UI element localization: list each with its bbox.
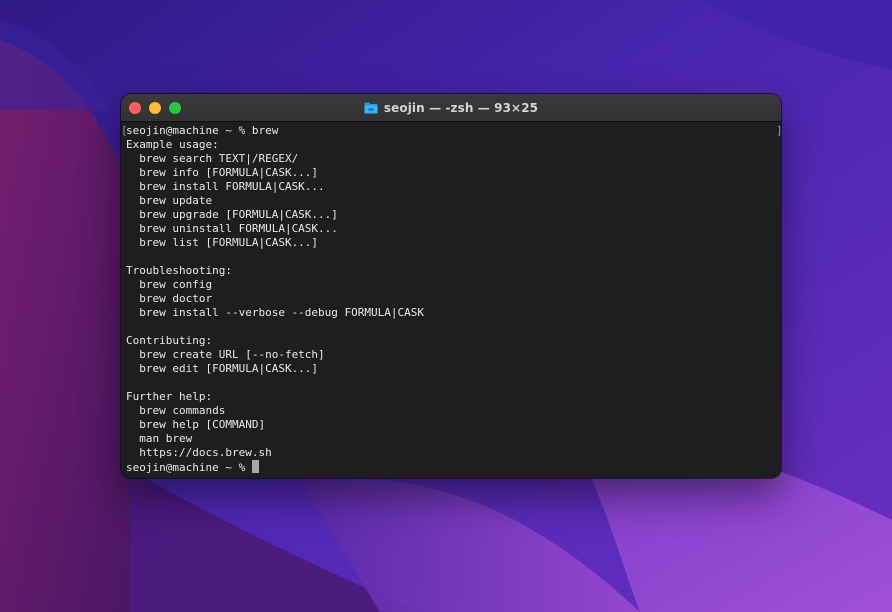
output-line: brew update bbox=[126, 194, 213, 207]
command-line: seojin@machine ~ % brew bbox=[126, 124, 279, 137]
output-line: brew config bbox=[126, 278, 213, 291]
prompt-line[interactable]: seojin@machine ~ % bbox=[126, 460, 766, 474]
output-line: Example usage: bbox=[126, 138, 219, 151]
output-line: brew upgrade [FORMULA|CASK...] bbox=[126, 208, 338, 221]
output-line: brew create URL [--no-fetch] bbox=[126, 348, 325, 361]
output-line: man brew bbox=[126, 432, 193, 445]
window-title: seojin — -zsh — 93×25 bbox=[121, 94, 781, 121]
title-bar[interactable]: seojin — -zsh — 93×25 bbox=[121, 94, 781, 122]
terminal-window[interactable]: seojin — -zsh — 93×25 [ ] seojin@machine… bbox=[121, 94, 781, 478]
output-line: brew doctor bbox=[126, 292, 213, 305]
output-line: https://docs.brew.sh bbox=[126, 446, 272, 459]
output-line: brew search TEXT|/REGEX/ bbox=[126, 152, 299, 165]
output-line: Further help: bbox=[126, 390, 213, 403]
output-line: brew commands bbox=[126, 404, 226, 417]
output-line: brew uninstall FORMULA|CASK... bbox=[126, 222, 338, 235]
text-cursor bbox=[251, 460, 259, 473]
prompt-text: seojin@machine ~ % bbox=[126, 461, 252, 474]
folder-icon bbox=[364, 102, 378, 114]
terminal-content[interactable]: [ ] seojin@machine ~ % brewExample usage… bbox=[121, 122, 781, 478]
window-title-text: seojin — -zsh — 93×25 bbox=[383, 100, 539, 115]
terminal-output[interactable]: seojin@machine ~ % brew Example usage: br… bbox=[126, 124, 766, 474]
output-line: brew list [FORMULA|CASK...] bbox=[126, 236, 319, 249]
output-line: Troubleshooting: bbox=[126, 264, 232, 277]
output-line: brew edit [FORMULA|CASK...] bbox=[126, 362, 319, 375]
output-line: brew help [COMMAND] bbox=[126, 418, 266, 431]
output-line: Contributing: bbox=[126, 334, 213, 347]
output-line: brew install --verbose --debug FORMULA|C… bbox=[126, 306, 425, 319]
output-line: brew info [FORMULA|CASK...] bbox=[126, 166, 319, 179]
output-line: brew install FORMULA|CASK... bbox=[126, 180, 325, 193]
mark-right-bracket: ] bbox=[776, 125, 781, 137]
